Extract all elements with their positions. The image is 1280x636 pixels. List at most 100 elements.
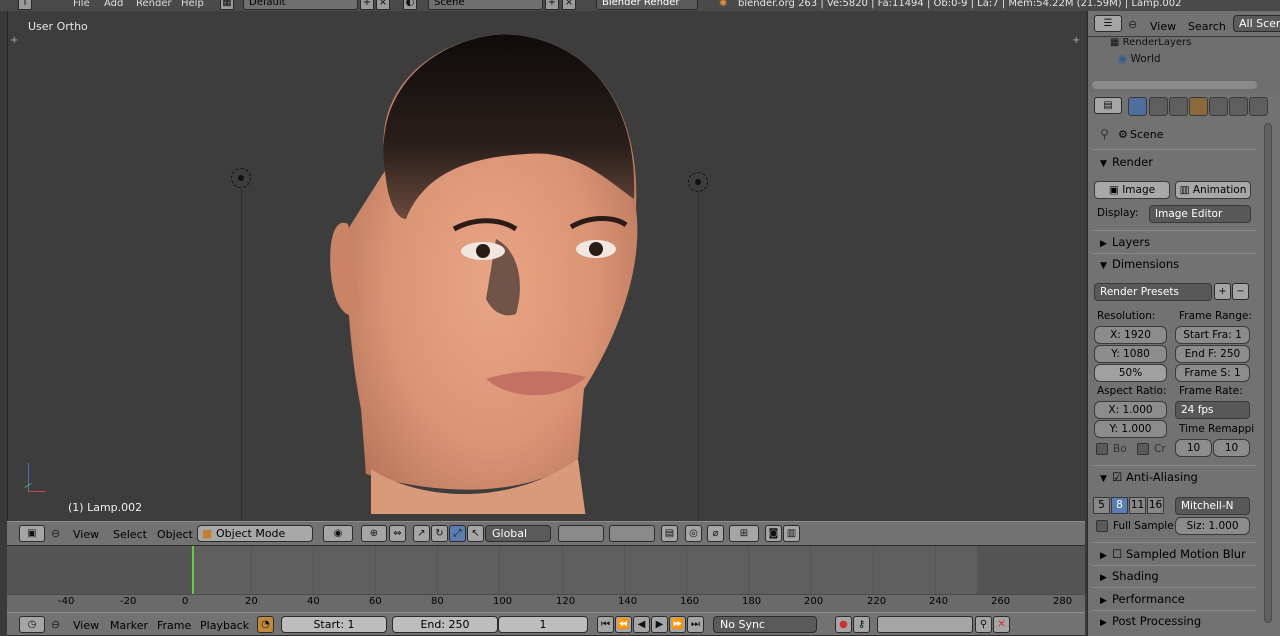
motion-blur-checkbox-icon[interactable]: ☐ bbox=[1112, 544, 1126, 564]
proportional-edit-icon[interactable]: ◎ bbox=[685, 525, 702, 542]
insert-keyframe-icon[interactable]: ⚲ bbox=[975, 616, 992, 633]
panel-post-processing-header[interactable]: ▶ Post Processing bbox=[1092, 611, 1257, 631]
render-image-button[interactable]: ▣ Image bbox=[1094, 181, 1170, 199]
world-tab-icon[interactable] bbox=[1169, 97, 1188, 116]
scene-selector[interactable]: Scene bbox=[428, 0, 543, 10]
play-icon[interactable]: ▶ bbox=[651, 616, 668, 633]
menu-view[interactable]: View bbox=[73, 528, 99, 541]
properties-scrollbar[interactable] bbox=[1264, 123, 1272, 623]
frame-step-field[interactable]: Frame S: 1 bbox=[1175, 364, 1250, 382]
time-remap-old-field[interactable]: 10 bbox=[1175, 439, 1212, 457]
render-presets-selector[interactable]: Render Presets bbox=[1094, 283, 1212, 301]
3d-viewport[interactable]: User Ortho + + (1) Lamp.002 bbox=[7, 11, 1085, 521]
jump-start-icon[interactable]: ⏮ bbox=[597, 616, 614, 633]
menu-frame[interactable]: Frame bbox=[157, 619, 191, 632]
lamp-right-icon[interactable] bbox=[688, 172, 708, 192]
menu-file[interactable]: File bbox=[73, 0, 90, 9]
timeline-ruler[interactable] bbox=[7, 594, 1085, 612]
end-frame-field[interactable]: End: 250 bbox=[392, 616, 498, 633]
mode-selector[interactable]: ■ Object Mode bbox=[197, 525, 313, 542]
panel-anti-aliasing-header[interactable]: ▼ ☑ Anti-Aliasing bbox=[1092, 467, 1257, 487]
menu-object[interactable]: Object bbox=[157, 528, 193, 541]
menu-select[interactable]: Select bbox=[113, 528, 147, 541]
render-animation-icon[interactable]: ▥ bbox=[783, 525, 800, 542]
resolution-x-field[interactable]: X: 1920 bbox=[1094, 326, 1167, 344]
outliner-item-world[interactable]: ◉ World bbox=[1118, 53, 1161, 65]
object-tab-icon[interactable] bbox=[1189, 97, 1208, 116]
delete-layout-button[interactable]: × bbox=[376, 0, 390, 10]
editor-type-3d-icon[interactable]: ▣ bbox=[19, 525, 45, 542]
remove-preset-button[interactable]: − bbox=[1232, 283, 1249, 300]
collapse-menu-icon[interactable]: ⊖ bbox=[51, 618, 60, 631]
scene-icon[interactable]: ◐ bbox=[403, 0, 417, 10]
scene-tab-icon[interactable] bbox=[1149, 97, 1168, 116]
render-engine-selector[interactable]: Blender Render bbox=[596, 0, 698, 10]
panel-performance-header[interactable]: ▶ Performance bbox=[1092, 589, 1257, 609]
menu-render[interactable]: Render bbox=[136, 0, 172, 9]
lamp-left-icon[interactable] bbox=[231, 168, 251, 188]
render-animation-button[interactable]: ▥ Animation bbox=[1175, 181, 1251, 199]
render-still-icon[interactable]: ◙ bbox=[765, 525, 782, 542]
active-manipulator-icon[interactable]: ↖ bbox=[467, 525, 484, 542]
properties-editor[interactable]: ▤ ⚲ ⚙ Scene ▼ Render ▣ Image ▥ Animation … bbox=[1087, 93, 1280, 636]
rotate-manipulator-icon[interactable]: ↻ bbox=[431, 525, 448, 542]
delete-scene-button[interactable]: × bbox=[562, 0, 576, 10]
snap-element-icon[interactable]: ⊞ bbox=[729, 525, 759, 542]
start-frame-field[interactable]: Start: 1 bbox=[281, 616, 387, 633]
panel-shading-header[interactable]: ▶ Shading bbox=[1092, 566, 1257, 586]
editor-type-outliner-icon[interactable]: ☰ bbox=[1094, 15, 1122, 32]
outliner[interactable]: ☰ ⊖ View Search All Scen ▦ RenderLayers … bbox=[1087, 11, 1280, 93]
timeline-editor[interactable]: -40 -20 0 20 40 60 80 100 120 140 160 180 200 220 240 2… bbox=[7, 546, 1085, 612]
snap-toggle-icon[interactable]: ⌀ bbox=[707, 525, 724, 542]
outliner-scrollbar[interactable] bbox=[1092, 81, 1257, 89]
editor-type-properties-icon[interactable]: ▤ bbox=[1094, 97, 1122, 114]
collapse-menu-icon[interactable]: ⊖ bbox=[1128, 18, 1137, 31]
resolution-y-field[interactable]: Y: 1080 bbox=[1094, 345, 1167, 363]
frame-rate-selector[interactable]: 24 fps bbox=[1175, 401, 1250, 419]
constraints-tab-icon[interactable] bbox=[1209, 97, 1228, 116]
record-icon[interactable]: ● bbox=[835, 616, 852, 633]
play-reverse-icon[interactable]: ◀ bbox=[633, 616, 650, 633]
outliner-item-renderlayers[interactable]: ▦ RenderLayers bbox=[1110, 37, 1191, 48]
panel-layers-header[interactable]: ▶ Layers bbox=[1092, 232, 1257, 252]
layout-selector[interactable]: Default bbox=[243, 0, 358, 10]
editor-type-icon[interactable]: i bbox=[18, 0, 32, 10]
add-scene-button[interactable]: + bbox=[545, 0, 559, 10]
panel-motion-blur-header[interactable]: ▶ ☐ Sampled Motion Blur bbox=[1092, 544, 1257, 564]
start-frame-field[interactable]: Start Fra: 1 bbox=[1175, 326, 1250, 344]
aa-samples-11[interactable]: 11 bbox=[1129, 497, 1146, 514]
manipulator-toggle-icon[interactable]: ⇔ bbox=[389, 525, 406, 542]
editor-type-timeline-icon[interactable]: ◷ bbox=[19, 616, 45, 633]
jump-keyframe-forward-icon[interactable]: ⏩ bbox=[669, 616, 686, 633]
display-selector[interactable]: Image Editor bbox=[1149, 205, 1251, 223]
render-tab-icon[interactable] bbox=[1128, 97, 1147, 116]
head-model[interactable] bbox=[326, 29, 646, 514]
keying-set-icon[interactable]: ⚷ bbox=[853, 616, 870, 633]
aa-samples-8[interactable]: 8 bbox=[1111, 497, 1128, 514]
menu-search[interactable]: Search bbox=[1188, 20, 1226, 33]
jump-keyframe-back-icon[interactable]: ⏪ bbox=[615, 616, 632, 633]
end-frame-field[interactable]: End F: 250 bbox=[1175, 345, 1250, 363]
aa-filter-selector[interactable]: Mitchell-N bbox=[1175, 497, 1250, 515]
preview-range-icon[interactable]: ◔ bbox=[257, 616, 274, 633]
menu-view[interactable]: View bbox=[73, 619, 99, 632]
pin-icon[interactable]: ⚲ bbox=[1100, 127, 1109, 141]
aspect-y-field[interactable]: Y: 1.000 bbox=[1094, 420, 1167, 438]
current-frame-field[interactable]: 1 bbox=[498, 616, 588, 633]
keying-set-field[interactable] bbox=[877, 616, 973, 633]
layers-grid-b[interactable] bbox=[609, 525, 655, 542]
current-frame-marker[interactable] bbox=[192, 546, 194, 596]
modifiers-tab-icon[interactable] bbox=[1229, 97, 1248, 116]
anti-aliasing-checkbox-icon[interactable]: ☑ bbox=[1112, 467, 1126, 487]
aa-samples-5[interactable]: 5 bbox=[1093, 497, 1110, 514]
panel-dimensions-header[interactable]: ▼ Dimensions bbox=[1092, 254, 1257, 274]
sync-mode-selector[interactable]: No Sync bbox=[713, 616, 817, 633]
properties-toggle-icon[interactable]: + bbox=[1072, 35, 1080, 46]
collapse-menu-icon[interactable]: ⊖ bbox=[51, 527, 60, 540]
pivot-point-icon[interactable]: ⊕ bbox=[361, 525, 387, 542]
scale-manipulator-icon[interactable]: ⤢ bbox=[449, 525, 466, 542]
full-sample-checkbox[interactable] bbox=[1096, 520, 1108, 532]
menu-help[interactable]: Help bbox=[181, 0, 204, 9]
menu-add[interactable]: Add bbox=[104, 0, 123, 9]
menu-marker[interactable]: Marker bbox=[110, 619, 148, 632]
